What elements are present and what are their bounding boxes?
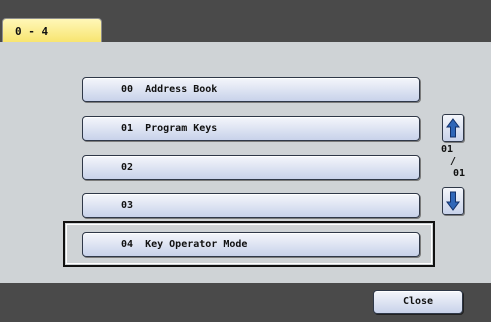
scroll-up-button[interactable] <box>442 114 464 142</box>
panel-screen: 0 - 4 00 Address Book 01 Program Keys 02… <box>0 0 491 322</box>
scroll-down-button[interactable] <box>442 187 464 215</box>
close-button[interactable]: Close <box>373 290 463 314</box>
page-current: 01 <box>441 144 454 155</box>
header-bar: 0 - 4 <box>0 0 491 44</box>
page-indicator: 01 / 01 <box>441 144 467 186</box>
menu-item-key-operator-mode[interactable]: 04 Key Operator Mode <box>82 232 420 257</box>
arrow-up-icon <box>446 118 460 138</box>
menu-item-02[interactable]: 02 <box>82 155 420 180</box>
page-separator: / <box>450 156 457 167</box>
menu-item-03[interactable]: 03 <box>82 193 420 218</box>
menu-item-program-keys[interactable]: 01 Program Keys <box>82 116 420 141</box>
tab-current[interactable]: 0 - 4 <box>2 18 102 44</box>
menu-item-address-book[interactable]: 00 Address Book <box>82 77 420 102</box>
page-total: 01 <box>453 168 466 179</box>
arrow-down-icon <box>446 191 460 211</box>
